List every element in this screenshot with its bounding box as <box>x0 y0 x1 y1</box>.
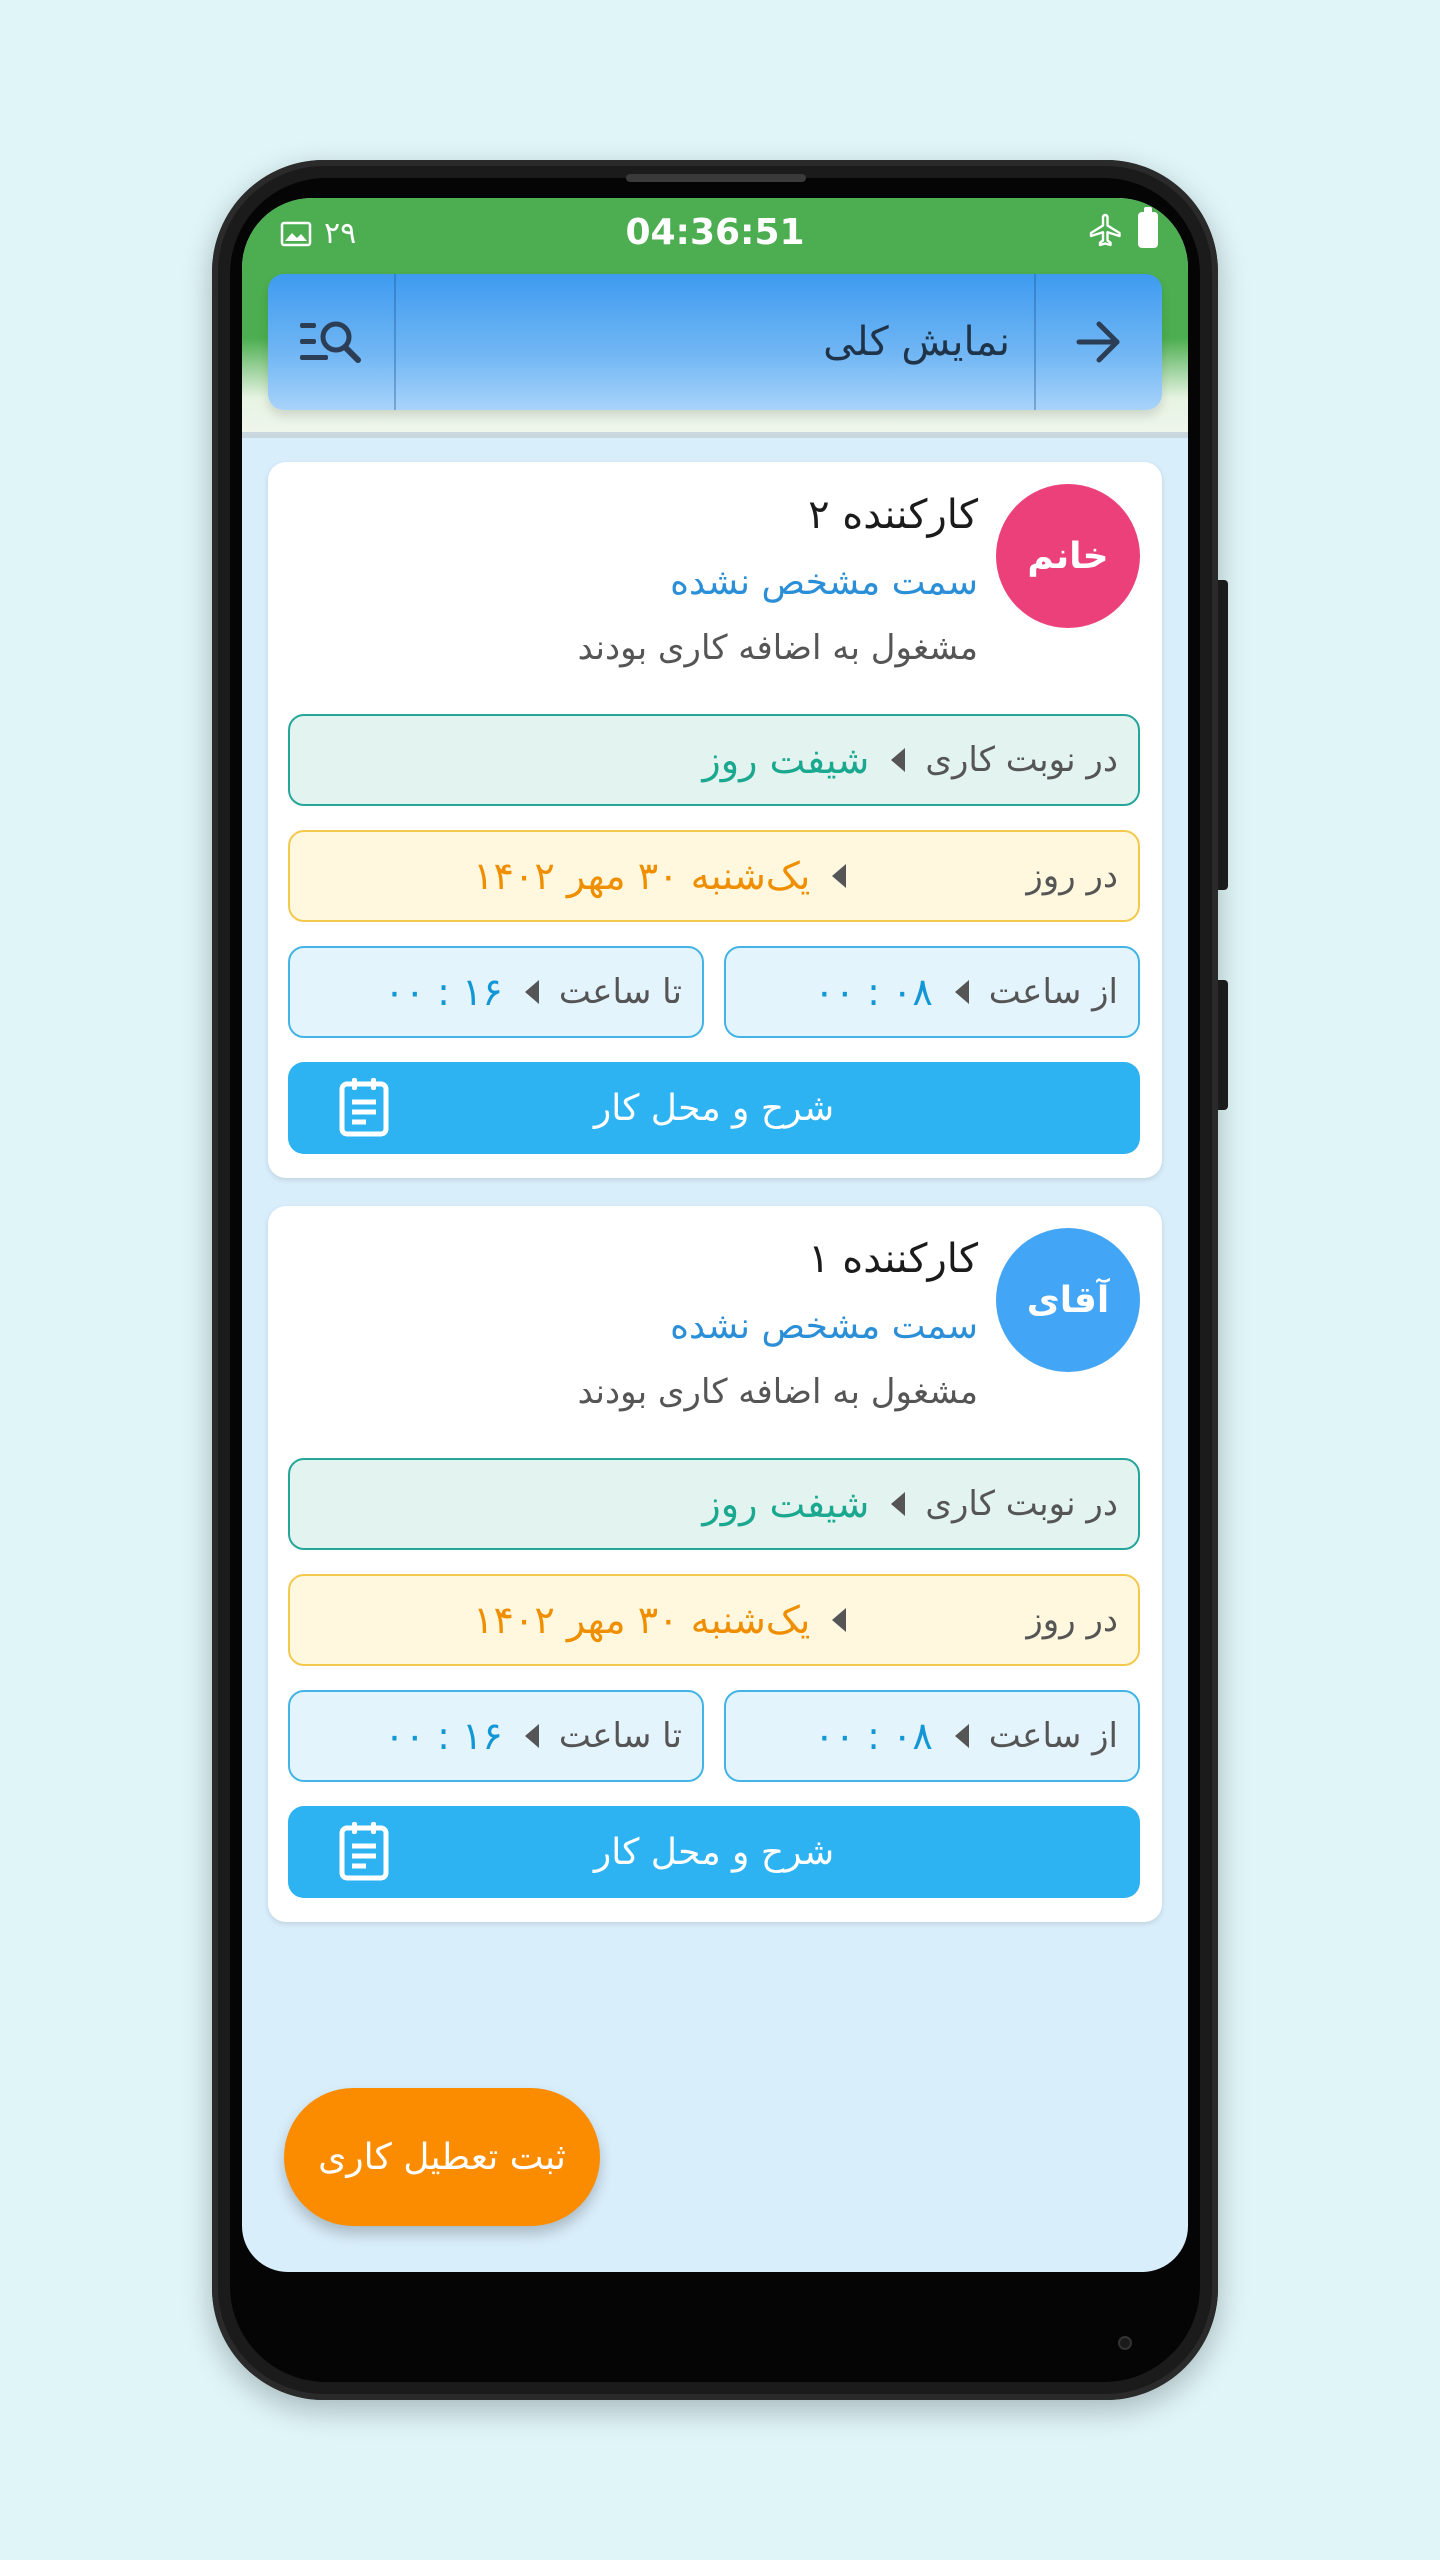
employee-name: کارکننده ۱ <box>808 1236 978 1282</box>
work-description-label: شرح و محل کار <box>593 1831 835 1873</box>
shift-value: شیفت روز <box>702 1482 870 1526</box>
work-description-button[interactable]: شرح و محل کار <box>288 1806 1140 1898</box>
search-filter-button[interactable] <box>268 274 396 410</box>
day-field: در روز یک‌شنبه ۳۰ مهر ۱۴۰۲ <box>288 830 1140 922</box>
avatar: آقای <box>996 1228 1140 1372</box>
from-label: از ساعت <box>988 972 1118 1012</box>
shift-field: در نوبت کاری شیفت روز <box>288 1458 1140 1550</box>
employee-role: سمت مشخص نشده <box>670 1306 978 1347</box>
shift-label: در نوبت کاری <box>925 740 1118 780</box>
work-description-button[interactable]: شرح و محل کار <box>288 1062 1140 1154</box>
day-label: در روز <box>1026 1600 1118 1640</box>
to-time-field: تا ساعت ۱۶ : ۰۰ <box>288 946 704 1038</box>
day-label: در روز <box>1026 856 1118 896</box>
caret-left-icon <box>891 1492 906 1516</box>
caret-left-icon <box>524 1724 539 1748</box>
status-time: 04:36:51 <box>625 212 805 253</box>
shift-value: شیفت روز <box>702 738 870 782</box>
airplane-mode-icon <box>1089 213 1121 247</box>
employee-role: سمت مشخص نشده <box>670 562 978 603</box>
to-label: تا ساعت <box>558 1716 682 1756</box>
battery-icon <box>1138 207 1158 248</box>
sensor-dot <box>1118 2336 1132 2350</box>
work-description-label: شرح و محل کار <box>593 1087 835 1129</box>
caret-left-icon <box>954 980 969 1004</box>
status-right <box>1088 207 1158 248</box>
appbar-divider <box>242 432 1188 438</box>
back-button[interactable] <box>1034 274 1162 410</box>
employee-card: آقای کارکننده ۱ سمت مشخص نشده مشغول به ا… <box>268 1206 1162 1922</box>
employee-name: کارکننده ۲ <box>808 492 978 538</box>
day-field: در روز یک‌شنبه ۳۰ مهر ۱۴۰۲ <box>288 1574 1140 1666</box>
to-value: ۱۶ : ۰۰ <box>384 1714 503 1758</box>
arrow-right-icon <box>1076 321 1120 363</box>
caret-left-icon <box>891 748 906 772</box>
from-value: ۰۸ : ۰۰ <box>814 970 933 1014</box>
to-label: تا ساعت <box>558 972 682 1012</box>
document-icon <box>339 1078 389 1137</box>
from-time-field: از ساعت ۰۸ : ۰۰ <box>724 946 1140 1038</box>
power-button <box>1218 980 1228 1110</box>
day-value: یک‌شنبه ۳۰ مهر ۱۴۰۲ <box>473 1598 811 1642</box>
earpiece <box>626 174 806 182</box>
shift-label: در نوبت کاری <box>925 1484 1118 1524</box>
register-holiday-fab[interactable]: ثبت تعطیل کاری <box>284 2088 600 2226</box>
employee-card: خانم کارکننده ۲ سمت مشخص نشده مشغول به ا… <box>268 462 1162 1178</box>
volume-button <box>1218 580 1228 890</box>
from-value: ۰۸ : ۰۰ <box>814 1714 933 1758</box>
search-list-icon <box>300 321 361 363</box>
document-icon <box>339 1822 389 1881</box>
caret-left-icon <box>832 1608 847 1632</box>
app-bar: نمایش کلی <box>268 274 1162 410</box>
day-value: یک‌شنبه ۳۰ مهر ۱۴۰۲ <box>473 854 811 898</box>
app-screen: ۲۹ 04:36:51 نمایش کلی خانم کارکننده ۲ سم… <box>242 198 1188 2272</box>
caret-left-icon <box>832 864 847 888</box>
to-value: ۱۶ : ۰۰ <box>384 970 503 1014</box>
avatar: خانم <box>996 484 1140 628</box>
from-time-field: از ساعت ۰۸ : ۰۰ <box>724 1690 1140 1782</box>
page-title: نمایش کلی <box>823 319 1010 365</box>
from-label: از ساعت <box>988 1716 1118 1756</box>
shift-field: در نوبت کاری شیفت روز <box>288 714 1140 806</box>
caret-left-icon <box>524 980 539 1004</box>
employee-status: مشغول به اضافه کاری بودند <box>577 628 978 668</box>
employee-status: مشغول به اضافه کاری بودند <box>577 1372 978 1412</box>
caret-left-icon <box>954 1724 969 1748</box>
to-time-field: تا ساعت ۱۶ : ۰۰ <box>288 1690 704 1782</box>
